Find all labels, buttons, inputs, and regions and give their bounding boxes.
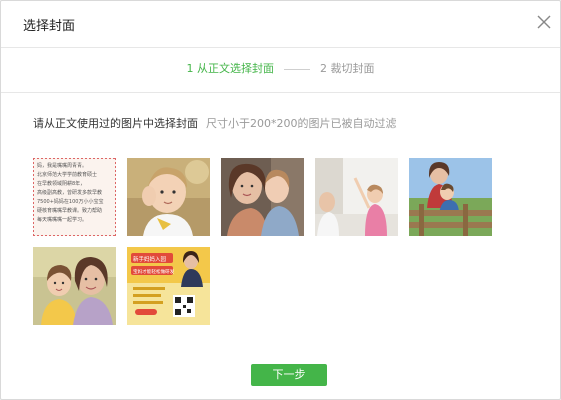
thumbnail-5[interactable]: [409, 158, 492, 236]
thumbnail-4[interactable]: [315, 158, 398, 236]
poster-line: 宝妈才能轻松做研发: [133, 268, 175, 275]
note-line: 北京师范大学学前教育硕士: [37, 171, 97, 178]
thumbnail-2[interactable]: [127, 158, 210, 236]
step-1-label: 1 从正文选择封面: [186, 62, 275, 75]
thumbnail-3[interactable]: [221, 158, 304, 236]
next-button[interactable]: 下一步: [251, 364, 327, 386]
steps-divider: [1, 92, 560, 93]
step-2-label: 2 裁切封面: [320, 62, 375, 75]
close-icon[interactable]: [535, 13, 553, 31]
instruction-text: 请从正文使用过的图片中选择封面: [33, 117, 198, 130]
step-connector: [284, 68, 310, 70]
note-line: 在早教领域阴耕8年，: [37, 180, 85, 187]
instruction: 请从正文使用过的图片中选择封面 尺寸小于200*200的图片已被自动过滤: [33, 117, 397, 131]
step-indicator: 1 从正文选择封面 2 裁切封面: [1, 62, 560, 76]
size-hint: 尺寸小于200*200的图片已被自动过滤: [206, 117, 397, 130]
note-line: 硬核育嘴嘴早教课。致力帮助: [37, 207, 102, 214]
thumbnail-7[interactable]: 新手妈妈入园 宝妈才能轻松做研发: [127, 247, 210, 325]
cover-select-dialog: 选择封面 1 从正文选择封面 2 裁切封面 请从正文使用过的图片中选择封面 尺寸小于…: [0, 0, 561, 400]
note-line: 7500+妈妈在100万小小宝宝: [37, 198, 103, 205]
header-divider: [1, 47, 560, 48]
thumbnail-1[interactable]: 妈，我是嘴嘴周青青。 北京师范大学学前教育硕士 在早教领域阴耕8年， 高级副高教…: [33, 158, 116, 236]
note-line: 每天嘴嘴嘴一起学习。: [37, 216, 87, 223]
dialog-title: 选择封面: [23, 19, 76, 34]
note-line: 高级副高教，曾研发多款早教: [37, 189, 102, 196]
thumbnail-6[interactable]: [33, 247, 116, 325]
poster-line: 新手妈妈入园: [133, 255, 167, 263]
note-line: 妈，我是嘴嘴周青青。: [37, 162, 87, 169]
